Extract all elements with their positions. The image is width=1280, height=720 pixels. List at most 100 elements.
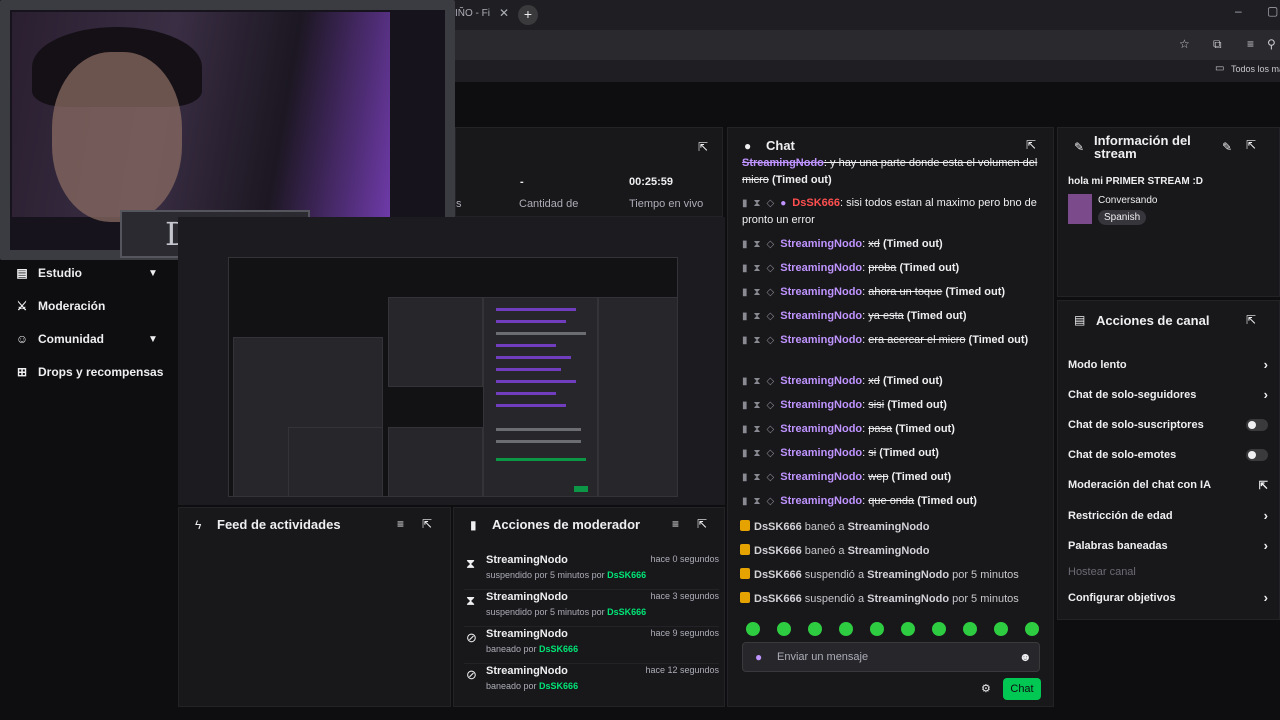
mod-action-by[interactable]: DsSK666 [539, 681, 578, 691]
trash-icon[interactable]: ▮ [742, 376, 748, 387]
stream-tag[interactable]: Spanish [1098, 210, 1147, 225]
trash-icon[interactable]: ▮ [742, 198, 748, 209]
chat-username[interactable]: StreamingNodo [780, 262, 862, 274]
mod-action-row[interactable]: ⧗ StreamingNodo suspendido por 5 minutos… [464, 591, 719, 627]
hourglass-icon[interactable]: ⧗ [754, 496, 761, 507]
nav-item-estudio[interactable]: ▤ Estudio [14, 263, 82, 283]
trash-icon[interactable]: ▮ [742, 424, 748, 435]
action-slow-mode[interactable]: Modo lento › [1068, 357, 1268, 372]
popout-icon[interactable]: ⇱ [1246, 138, 1256, 152]
action-age-restriction[interactable]: Restricción de edad › [1068, 508, 1268, 523]
hourglass-icon[interactable]: ⧗ [754, 400, 761, 411]
chat-message[interactable]: ▮ ⧗ ◇ StreamingNodo: si (Timed out) [742, 445, 1042, 462]
popout-icon[interactable]: ⇱ [1026, 138, 1036, 152]
trash-icon[interactable]: ▮ [742, 448, 748, 459]
extensions-icon[interactable]: ⧉ [1213, 37, 1222, 52]
edit-icon[interactable]: ✎ [1222, 140, 1232, 154]
chat-username[interactable]: DsSK666 [792, 197, 840, 209]
chat-message[interactable]: ▮ ⧗ ◇ StreamingNodo: sisi (Timed out) [742, 397, 1042, 414]
mod-actor[interactable]: DsSK666 [754, 545, 802, 557]
mod-action-by[interactable]: DsSK666 [607, 570, 646, 580]
chat-message[interactable]: ▮ ⧗ ◇ ● DsSK666: sisi todos estan al maximo … [742, 195, 1042, 229]
hourglass-icon[interactable]: ⧗ [754, 263, 761, 274]
mod-action-row[interactable]: ⊘ StreamingNodo baneado por DsSK666 hace… [464, 628, 719, 664]
emote-icon[interactable] [901, 622, 915, 636]
chat-message[interactable]: ▮ ⧗ ◇ StreamingNodo: que onda (Timed out) [742, 493, 1042, 510]
bookmark-folder[interactable]: Todos los ma [1231, 64, 1280, 74]
new-tab-icon[interactable]: + [518, 5, 538, 25]
chat-username[interactable]: StreamingNodo [742, 157, 824, 169]
trash-icon[interactable]: ▮ [742, 263, 748, 274]
chat-username[interactable]: StreamingNodo [780, 334, 862, 346]
popout-icon[interactable]: ⇱ [1246, 313, 1256, 327]
chat-username[interactable]: StreamingNodo [780, 495, 862, 507]
trash-icon[interactable]: ▮ [742, 472, 748, 483]
chat-input[interactable]: ● Enviar un mensaje ☻ [742, 642, 1040, 672]
trash-icon[interactable]: ▮ [742, 400, 748, 411]
mod-action-row[interactable]: ⊘ StreamingNodo baneado por DsSK666 hace… [464, 665, 719, 701]
chat-message[interactable]: ▮ ⧗ ◇ StreamingNodo: pasa (Timed out) [742, 421, 1042, 438]
gear-icon[interactable]: ⚙ [981, 682, 991, 695]
trash-icon[interactable]: ▮ [742, 496, 748, 507]
nav-item-moderacion[interactable]: ⚔ Moderación [14, 296, 106, 316]
trash-icon[interactable]: ▮ [742, 335, 748, 346]
star-icon[interactable]: ☆ [1179, 37, 1190, 51]
hourglass-icon[interactable]: ⧗ [754, 424, 761, 435]
emote-icon[interactable] [1025, 622, 1039, 636]
emote-icon[interactable] [963, 622, 977, 636]
emote-icon[interactable] [839, 622, 853, 636]
mod-action-by[interactable]: DsSK666 [607, 607, 646, 617]
mod-action-user[interactable]: StreamingNodo [486, 665, 568, 677]
mod-action-user[interactable]: StreamingNodo [486, 628, 568, 640]
hourglass-icon[interactable]: ⧗ [754, 198, 761, 209]
maximize-icon[interactable]: ▢ [1267, 4, 1278, 18]
chat-username[interactable]: StreamingNodo [780, 447, 862, 459]
chat-message[interactable]: ▮ ⧗ ◇ StreamingNodo: wep (Timed out) [742, 469, 1042, 486]
emote-icon[interactable] [777, 622, 791, 636]
chat-username[interactable]: StreamingNodo [780, 375, 862, 387]
hourglass-icon[interactable]: ⧗ [754, 472, 761, 483]
chat-username[interactable]: StreamingNodo [780, 399, 862, 411]
hourglass-icon[interactable]: ⧗ [754, 311, 761, 322]
mod-action-user[interactable]: StreamingNodo [486, 554, 568, 566]
trash-icon[interactable]: ▮ [742, 239, 748, 250]
mod-actor[interactable]: DsSK666 [754, 521, 802, 533]
minimize-icon[interactable]: – [1235, 4, 1242, 18]
emotes-only-toggle[interactable] [1246, 449, 1268, 461]
chat-message[interactable]: ▮ ⧗ ◇ StreamingNodo: xd (Timed out) [742, 373, 1042, 390]
mod-actor[interactable]: DsSK666 [754, 593, 802, 605]
mic-icon[interactable]: ● [755, 650, 762, 664]
chat-message[interactable]: ▮ ⧗ ◇ StreamingNodo: ya esta (Timed out) [742, 308, 1042, 325]
address-bar[interactable]: ☆ ⧉ ≡ ⚲ [455, 30, 1280, 60]
nav-item-drops[interactable]: ⊞ Drops y recompensas [14, 362, 163, 382]
popout-icon[interactable]: ⇱ [698, 140, 708, 154]
chevron-down-icon[interactable]: ▼ [148, 268, 158, 279]
action-ai-moderation[interactable]: Moderación del chat con IA ⇱ [1068, 479, 1268, 492]
chat-username[interactable]: StreamingNodo [780, 471, 862, 483]
emote-icon[interactable] [746, 622, 760, 636]
popout-icon[interactable]: ⇱ [697, 517, 707, 531]
mod-target[interactable]: StreamingNodo [848, 521, 930, 533]
chat-username[interactable]: StreamingNodo [780, 423, 862, 435]
chat-username[interactable]: StreamingNodo [780, 310, 862, 322]
hourglass-icon[interactable]: ⧗ [754, 448, 761, 459]
chevron-down-icon[interactable]: ▼ [148, 334, 158, 345]
chat-message[interactable]: ▮ ⧗ ◇ StreamingNodo: xd (Timed out) [742, 236, 1042, 253]
emote-icon[interactable] [932, 622, 946, 636]
chat-username[interactable]: StreamingNodo [780, 286, 862, 298]
mod-action-by[interactable]: DsSK666 [539, 644, 578, 654]
hourglass-icon[interactable]: ⧗ [754, 287, 761, 298]
filter-icon[interactable]: ≡ [397, 517, 404, 531]
subscribers-only-toggle[interactable] [1246, 419, 1268, 431]
mod-action-user[interactable]: StreamingNodo [486, 591, 568, 603]
mod-target[interactable]: StreamingNodo [848, 545, 930, 557]
profile-icon[interactable]: ⚲ [1267, 37, 1276, 51]
emote-icon[interactable] [870, 622, 884, 636]
stream-category[interactable]: Conversando [1098, 195, 1157, 206]
emote-icon[interactable] [994, 622, 1008, 636]
chat-message[interactable]: ▮ ⧗ ◇ StreamingNodo: proba (Timed out) [742, 260, 1042, 277]
trash-icon[interactable]: ▮ [742, 311, 748, 322]
action-banned-words[interactable]: Palabras baneadas › [1068, 538, 1268, 553]
menu-icon[interactable]: ≡ [1247, 37, 1254, 51]
hourglass-icon[interactable]: ⧗ [754, 335, 761, 346]
